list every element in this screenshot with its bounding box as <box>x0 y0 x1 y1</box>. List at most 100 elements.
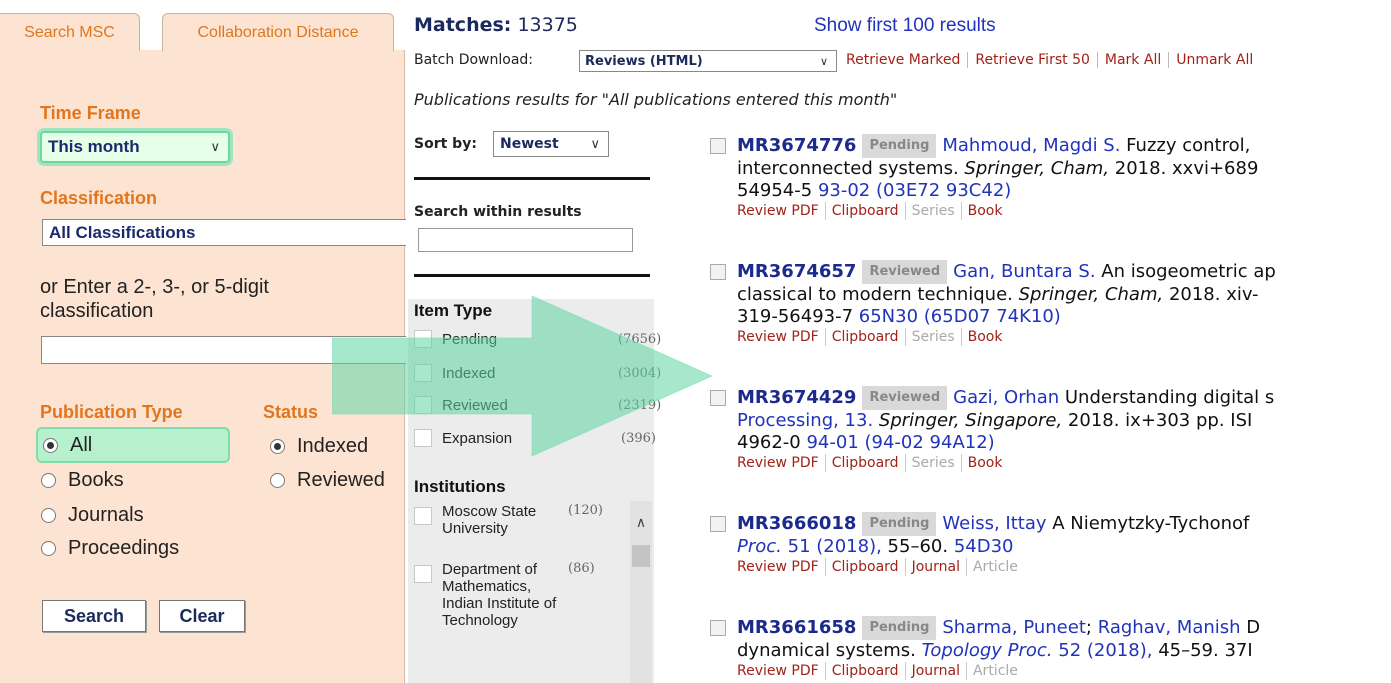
title-text: dynamical systems. <box>737 640 922 661</box>
review-pdf-link[interactable]: Review PDF <box>737 558 825 576</box>
mr-number-link[interactable]: MR3666018 <box>737 513 856 534</box>
pubtype-books-radio[interactable]: Books <box>41 469 124 492</box>
msc-code-link[interactable]: 54D30 <box>954 536 1014 557</box>
volume-link[interactable]: 52 (2018), <box>1053 640 1152 661</box>
mark-all-link[interactable]: Mark All <box>1096 52 1168 68</box>
facet-institution[interactable]: Department of Mathematics, Indian Instit… <box>414 561 624 629</box>
chevron-up-icon[interactable]: ∧ <box>630 515 652 535</box>
review-pdf-link[interactable]: Review PDF <box>737 202 825 220</box>
retrieve-first-50-link[interactable]: Retrieve First 50 <box>967 52 1097 68</box>
clipboard-link[interactable]: Clipboard <box>824 328 905 346</box>
pubtype-all-radio[interactable]: All <box>36 427 230 463</box>
mr-number-link[interactable]: MR3674657 <box>737 261 856 282</box>
series-title-link[interactable]: Processing, 13. <box>737 410 873 431</box>
result-checkbox[interactable] <box>710 620 726 636</box>
time-frame-title: Time Frame <box>40 103 141 123</box>
batch-download-select[interactable]: Reviews (HTML) ∨ <box>579 50 837 72</box>
mr-number-link[interactable]: MR3661658 <box>737 617 856 638</box>
result-item: MR3674776 Pending Mahmoud, Magdi S. Fuzzy … <box>710 134 1391 220</box>
author-link[interactable]: Mahmoud, Magdi S. <box>942 135 1120 156</box>
unmark-all-link[interactable]: Unmark All <box>1168 52 1260 68</box>
retrieve-marked-link[interactable]: Retrieve Marked <box>846 52 967 68</box>
radio-selected-icon <box>43 437 58 453</box>
clipboard-link[interactable]: Clipboard <box>824 454 905 472</box>
result-checkbox[interactable] <box>710 264 726 280</box>
result-links: Review PDF Clipboard Journal Article <box>710 558 1391 576</box>
journal-link[interactable]: Topology Proc. <box>922 640 1053 661</box>
tab-search-msc[interactable]: Search MSC <box>0 13 140 51</box>
facet-institution[interactable]: Moscow State University (120) <box>414 503 624 537</box>
show-first-link[interactable]: Show first 100 results <box>814 15 996 37</box>
clear-button[interactable]: Clear <box>159 600 245 632</box>
result-checkbox[interactable] <box>710 390 726 406</box>
result-checkbox[interactable] <box>710 138 726 154</box>
divider <box>414 177 650 180</box>
time-frame-select[interactable]: This month ∨ <box>40 131 230 163</box>
pubtype-journals-radio[interactable]: Journals <box>41 504 144 527</box>
facet-count: (120) <box>568 503 603 518</box>
review-pdf-link[interactable]: Review PDF <box>737 454 825 472</box>
title-text: classical to modern technique. <box>737 284 1019 305</box>
author-link[interactable]: Weiss, Ittay <box>942 513 1046 534</box>
facet-item-expansion[interactable]: Expansion (396) <box>414 422 656 454</box>
clipboard-link[interactable]: Clipboard <box>824 202 905 220</box>
author-link[interactable]: Gazi, Orhan <box>953 387 1059 408</box>
clipboard-link[interactable]: Clipboard <box>824 662 905 680</box>
checkbox[interactable] <box>414 429 432 447</box>
result-links: Review PDF Clipboard Journal Article <box>710 662 1391 680</box>
checkbox[interactable] <box>414 396 432 414</box>
title-text: D <box>1240 617 1261 638</box>
msc-code-link[interactable]: 94-01 (94-02 94A12) <box>806 432 994 453</box>
status-title: Status <box>263 402 319 422</box>
pubtype-all-label: All <box>70 433 93 456</box>
pubtype-books-label: Books <box>68 469 124 491</box>
title-text: An isogeometric ap <box>1095 261 1276 282</box>
mr-number-link[interactable]: MR3674776 <box>737 135 856 156</box>
author-link[interactable]: Raghav, Manish <box>1098 617 1241 638</box>
result-links: Review PDF Clipboard Series Book <box>710 454 1391 472</box>
facet-label: Pending <box>442 330 498 348</box>
facet-label: Moscow State University <box>442 503 537 537</box>
facet-item-reviewed[interactable]: Reviewed (2319) <box>414 389 661 421</box>
isbn-text: 4962-0 <box>737 432 807 453</box>
sort-select[interactable]: Newest ∨ <box>493 131 609 157</box>
book-link[interactable]: Book <box>960 202 1009 220</box>
facet-item-pending[interactable]: Pending (7656) <box>414 323 661 355</box>
result-checkbox[interactable] <box>710 516 726 532</box>
scrollbar-thumb[interactable] <box>632 545 650 567</box>
result-line: MR3674776 Pending Mahmoud, Magdi S. Fuzzy … <box>710 134 1391 158</box>
pubtype-proceedings-radio[interactable]: Proceedings <box>41 537 179 560</box>
volume-link[interactable]: 51 (2018), <box>782 536 882 557</box>
book-link[interactable]: Book <box>960 328 1009 346</box>
msc-code-link[interactable]: 93-02 (03E72 93C42) <box>818 180 1011 201</box>
checkbox[interactable] <box>414 330 432 348</box>
clipboard-link[interactable]: Clipboard <box>824 558 905 576</box>
radio-icon <box>41 541 56 556</box>
review-pdf-link[interactable]: Review PDF <box>737 662 825 680</box>
publisher-text: Springer, Cham, <box>964 158 1110 179</box>
journal-nav-link[interactable]: Journal <box>904 558 966 576</box>
facet-item-indexed[interactable]: Indexed (3004) <box>414 357 661 389</box>
review-pdf-link[interactable]: Review PDF <box>737 328 825 346</box>
classification-input[interactable] <box>41 336 411 364</box>
journal-nav-link[interactable]: Journal <box>904 662 966 680</box>
series-link: Series <box>904 328 961 346</box>
classification-select[interactable]: All Classifications <box>42 219 412 246</box>
author-link[interactable]: Sharma, Puneet <box>942 617 1086 638</box>
checkbox[interactable] <box>414 507 432 525</box>
mr-number-link[interactable]: MR3674429 <box>737 387 856 408</box>
result-line: classical to modern technique. Springer,… <box>710 284 1391 306</box>
msc-code-link[interactable]: 65N30 (65D07 74K10) <box>859 306 1061 327</box>
author-link[interactable]: Gan, Buntara S. <box>953 261 1095 282</box>
status-reviewed-radio[interactable]: Reviewed <box>270 469 385 492</box>
institutions-scrollbar[interactable]: ∧ <box>630 501 652 683</box>
search-button[interactable]: Search <box>42 600 146 632</box>
chevron-down-icon: ∨ <box>210 139 220 154</box>
tab-collaboration-distance[interactable]: Collaboration Distance <box>162 13 394 51</box>
checkbox[interactable] <box>414 364 432 382</box>
checkbox[interactable] <box>414 565 432 583</box>
search-within-input[interactable] <box>418 228 633 252</box>
book-link[interactable]: Book <box>960 454 1009 472</box>
journal-link[interactable]: Proc. <box>737 536 782 557</box>
status-indexed-radio[interactable]: Indexed <box>270 435 368 458</box>
